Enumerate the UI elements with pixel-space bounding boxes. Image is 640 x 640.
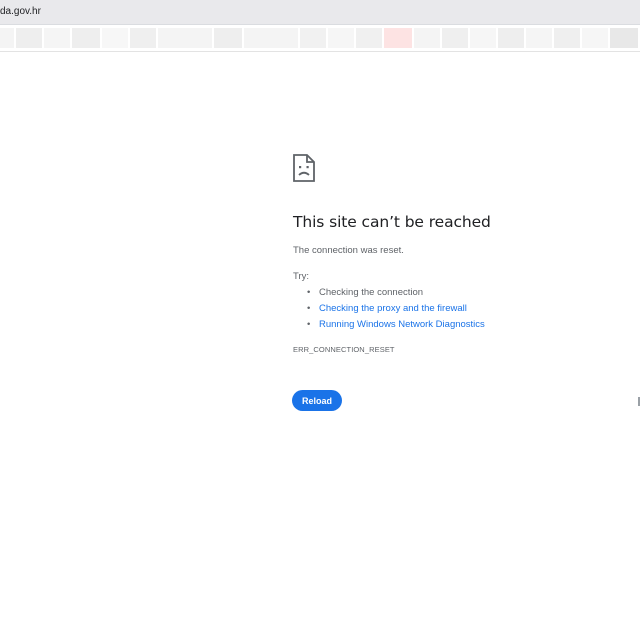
bookmark-item[interactable]: [498, 28, 524, 48]
suggestions-list: • Checking the connection • Checking the…: [293, 286, 485, 334]
bookmark-item[interactable]: [102, 28, 128, 48]
bookmark-item[interactable]: [16, 28, 42, 48]
bullet: •: [307, 303, 311, 314]
address-bar[interactable]: da.gov.hr: [0, 0, 640, 25]
bookmark-item[interactable]: [526, 28, 552, 48]
bullet: •: [307, 287, 311, 298]
bookmark-item[interactable]: [130, 28, 156, 48]
error-title: This site can’t be reached: [293, 213, 491, 231]
bookmark-item[interactable]: [44, 28, 70, 48]
sad-document-icon: [293, 154, 315, 182]
error-description: The connection was reset.: [293, 245, 404, 256]
suggestion-network-diagnostics-link[interactable]: Running Windows Network Diagnostics: [319, 319, 485, 330]
suggestion-check-connection: Checking the connection: [319, 287, 424, 298]
bookmark-item[interactable]: [610, 28, 638, 48]
bookmark-item[interactable]: [328, 28, 354, 48]
bookmark-item[interactable]: [300, 28, 326, 48]
bookmark-item[interactable]: [384, 28, 412, 48]
bookmark-item[interactable]: [442, 28, 468, 48]
suggestion-item: • Running Windows Network Diagnostics: [293, 318, 485, 334]
reload-button[interactable]: Reload: [292, 390, 342, 411]
suggestion-item: • Checking the proxy and the firewall: [293, 302, 485, 318]
bookmark-item[interactable]: [0, 28, 14, 48]
bookmarks-bar: [0, 25, 640, 52]
url-text[interactable]: da.gov.hr: [0, 6, 41, 17]
bookmark-item[interactable]: [414, 28, 440, 48]
suggestion-proxy-firewall-link[interactable]: Checking the proxy and the firewall: [319, 303, 467, 314]
bookmark-item[interactable]: [554, 28, 580, 48]
bookmark-item[interactable]: [214, 28, 242, 48]
bookmark-item[interactable]: [158, 28, 212, 48]
bullet: •: [307, 319, 311, 330]
bookmark-item[interactable]: [470, 28, 496, 48]
bookmark-item[interactable]: [356, 28, 382, 48]
error-code: ERR_CONNECTION_RESET: [293, 345, 395, 354]
bookmark-item[interactable]: [72, 28, 100, 48]
bookmark-item[interactable]: [582, 28, 608, 48]
try-label: Try:: [293, 271, 310, 282]
suggestion-item: • Checking the connection: [293, 286, 485, 302]
bookmark-item[interactable]: [244, 28, 298, 48]
